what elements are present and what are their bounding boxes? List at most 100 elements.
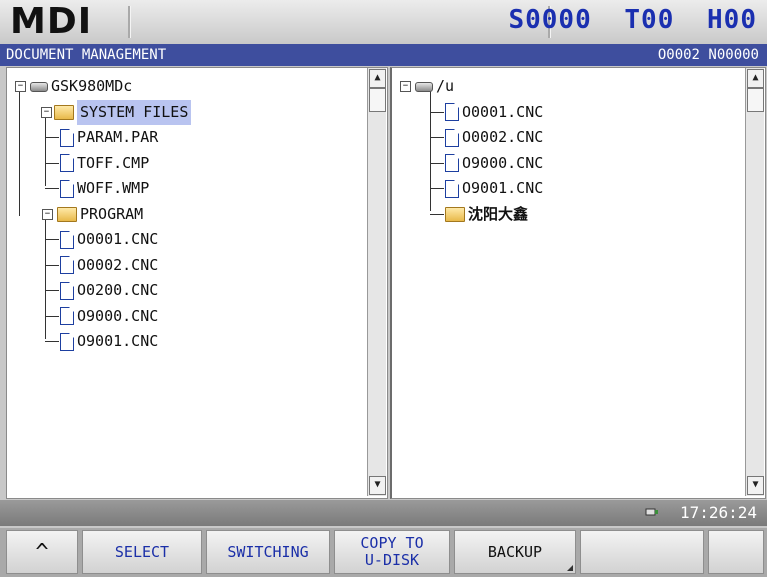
file-label: O9000.CNC <box>77 306 159 325</box>
file-label: PARAM.PAR <box>77 128 159 146</box>
folder-icon <box>445 206 465 222</box>
softkey-empty[interactable] <box>580 530 704 574</box>
file-label: O9000.CNC <box>462 153 544 172</box>
scroll-thumb[interactable] <box>747 88 764 112</box>
tree-node-file[interactable]: O0001.CNC <box>400 100 543 126</box>
drive-icon <box>415 81 433 92</box>
tree-line <box>430 188 444 189</box>
clock: 17:26:24 <box>679 503 757 522</box>
file-label: O0200.CNC <box>77 281 159 299</box>
tree-node-file[interactable]: O9001.CNC <box>400 176 543 202</box>
spindle-speed: S0000 <box>508 5 592 35</box>
program-info: O0002 N00000 <box>657 47 759 63</box>
machine-status: S0000 T00 H00 <box>492 5 757 35</box>
scroll-down-button[interactable]: ▼ <box>369 476 386 495</box>
tree-node-system-files[interactable]: − SYSTEM FILES <box>15 99 192 126</box>
udisk-file-tree[interactable]: − /u O0001.CNC O0002.CNC O9000.CNC O9001.… <box>400 74 543 227</box>
usb-icon <box>645 508 658 516</box>
tree-node-file[interactable]: O9000.CNC <box>400 151 543 177</box>
tree-node-root[interactable]: − GSK980MDc <box>15 74 191 100</box>
file-label: WOFF.WMP <box>77 179 150 197</box>
tree-node-file[interactable]: O0002.CNC <box>15 253 191 279</box>
root-label: /u <box>436 77 455 95</box>
cnc-file-tree[interactable]: − GSK980MDc − SYSTEM FILES PARAM.PAR TOFF.… <box>15 74 192 355</box>
tree-line <box>45 162 59 164</box>
scroll-up-button[interactable]: ▲ <box>747 69 764 88</box>
window-title-bar: DOCUMENT MANAGEMENT O0002 N00000 <box>0 44 767 66</box>
select-button[interactable]: SELECT <box>82 530 202 574</box>
collapse-icon[interactable]: − <box>41 106 52 118</box>
file-icon <box>445 179 459 198</box>
collapse-icon[interactable]: − <box>42 208 53 220</box>
file-icon <box>60 332 74 351</box>
file-label: TOFF.CMP <box>77 153 150 172</box>
file-icon <box>60 154 74 172</box>
copy-to-udisk-label: COPY TO U-DISK <box>360 534 424 569</box>
copy-to-udisk-button[interactable]: COPY TO U-DISK <box>334 530 450 574</box>
tree-line <box>45 188 59 189</box>
tree-line <box>45 264 59 266</box>
tree-line <box>430 137 444 138</box>
file-icon <box>60 128 74 147</box>
file-label: O9001.CNC <box>462 179 544 197</box>
system-files-label: SYSTEM FILES <box>77 99 192 125</box>
separator <box>128 6 131 38</box>
tree-node-file[interactable]: O0001.CNC <box>15 227 191 253</box>
left-scrollbar[interactable]: ▲ ▼ <box>367 68 386 496</box>
tree-node-file[interactable]: PARAM.PAR <box>15 125 191 151</box>
height-offset: H00 <box>707 5 757 35</box>
tree-line <box>45 290 59 291</box>
file-icon <box>60 230 74 249</box>
file-label: O0002.CNC <box>77 255 159 274</box>
scroll-down-button[interactable]: ▼ <box>747 476 764 495</box>
tree-line <box>430 162 444 164</box>
softkey-empty[interactable] <box>708 530 764 574</box>
tree-line <box>45 239 59 240</box>
tree-line <box>45 315 59 317</box>
collapse-icon[interactable]: − <box>15 81 26 92</box>
tool-number: T00 <box>624 5 675 35</box>
softkey-bar: ^ SELECT SWITCHING COPY TO U-DISK BACKUP <box>0 528 767 577</box>
tree-node-root[interactable]: − /u <box>400 74 543 100</box>
status-bar: 17:26:24 <box>0 500 767 526</box>
file-icon <box>445 103 459 121</box>
file-icon <box>60 307 74 325</box>
tree-node-file[interactable]: O0002.CNC <box>400 125 543 151</box>
cnc-file-tree-panel[interactable]: − GSK980MDc − SYSTEM FILES PARAM.PAR TOFF.… <box>6 67 388 499</box>
tree-line <box>430 111 444 113</box>
scroll-thumb[interactable] <box>369 88 386 112</box>
tree-node-file[interactable]: O9000.CNC <box>15 304 191 330</box>
root-label: GSK980MDc <box>51 77 133 95</box>
tree-node-file[interactable]: TOFF.CMP <box>15 151 191 177</box>
backup-button[interactable]: BACKUP <box>454 530 576 574</box>
tree-node-program[interactable]: − PROGRAM <box>15 202 191 228</box>
tree-node-folder[interactable]: 沈阳大鑫 <box>400 202 543 228</box>
file-label: O9001.CNC <box>77 332 159 350</box>
folder-label: 沈阳大鑫 <box>468 204 529 223</box>
tree-node-file[interactable]: O0200.CNC <box>15 278 191 304</box>
switching-button[interactable]: SWITCHING <box>206 530 330 574</box>
folder-icon <box>54 104 74 120</box>
mode-bar: MDI S0000 T00 H00 <box>0 0 767 45</box>
tree-node-file[interactable]: O9001.CNC <box>15 329 191 355</box>
file-icon <box>60 281 74 300</box>
tree-line <box>430 213 444 215</box>
file-label: O0001.CNC <box>462 102 544 121</box>
mode-indicator: MDI <box>10 1 93 42</box>
window-title: DOCUMENT MANAGEMENT <box>6 47 167 63</box>
file-icon <box>60 179 74 198</box>
collapse-icon[interactable]: − <box>400 81 411 92</box>
file-icon <box>445 154 459 172</box>
tree-node-file[interactable]: WOFF.WMP <box>15 176 191 202</box>
file-icon <box>445 128 459 147</box>
program-label: PROGRAM <box>80 204 144 223</box>
right-scrollbar[interactable]: ▲ ▼ <box>745 68 764 496</box>
file-icon <box>60 256 74 274</box>
folder-icon <box>57 206 77 222</box>
udisk-file-tree-panel[interactable]: − /u O0001.CNC O0002.CNC O9000.CNC O9001.… <box>390 67 766 499</box>
scroll-up-button[interactable]: ▲ <box>369 69 386 88</box>
back-button[interactable]: ^ <box>6 530 78 574</box>
drive-icon <box>30 81 48 92</box>
tree-line <box>45 341 59 342</box>
file-label: O0002.CNC <box>462 128 544 146</box>
